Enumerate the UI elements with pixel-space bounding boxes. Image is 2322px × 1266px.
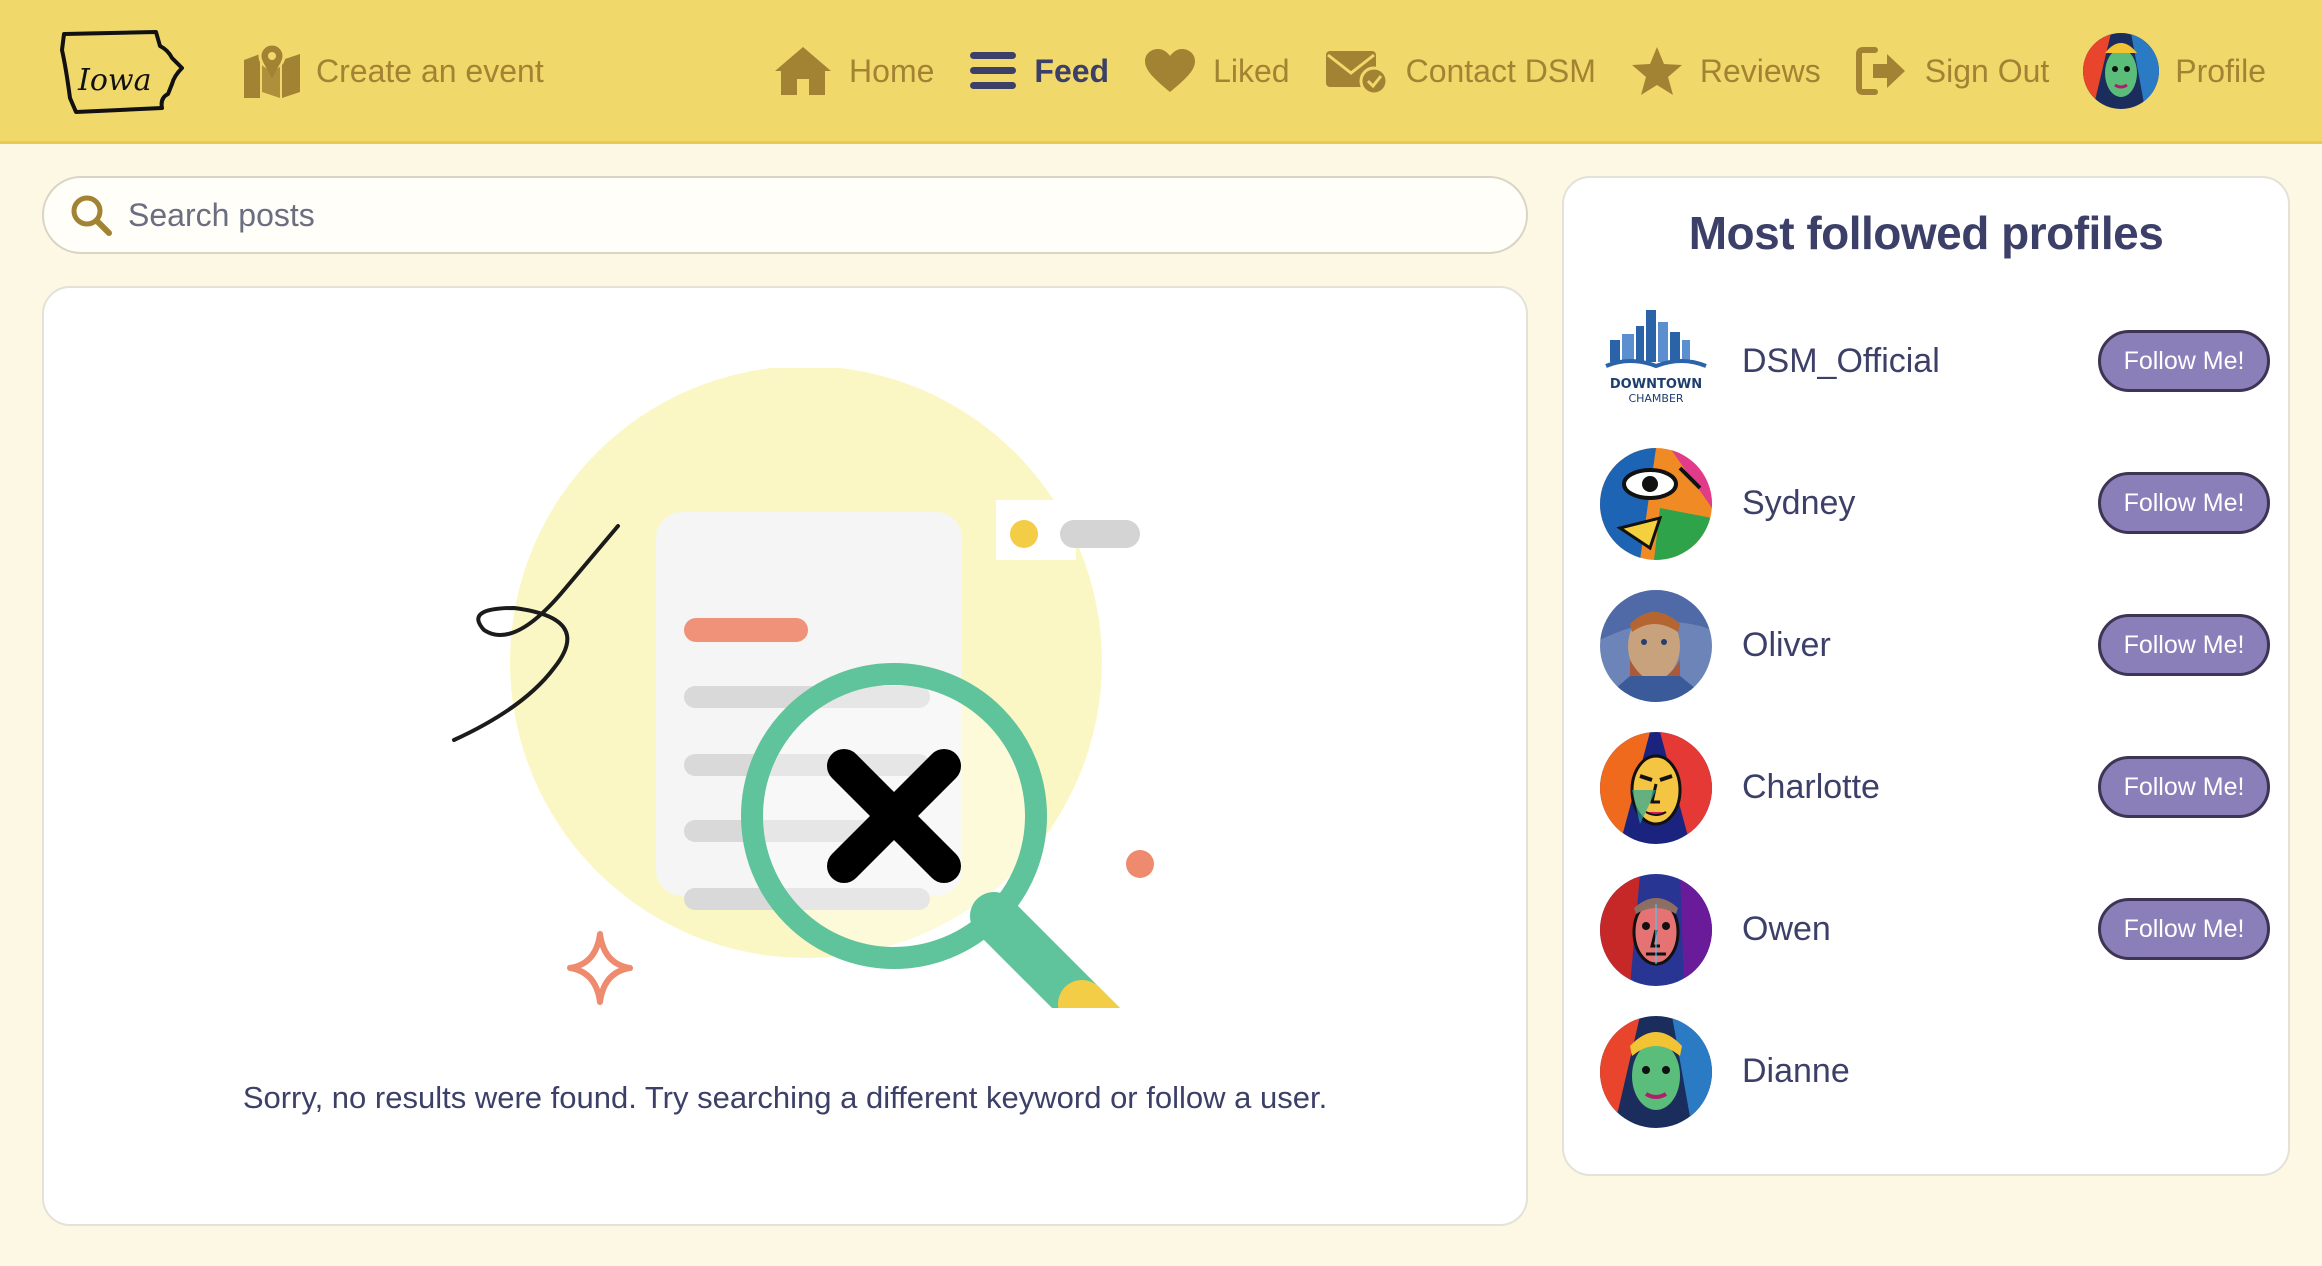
profile-name[interactable]: DSM_Official	[1742, 342, 1940, 381]
nav-feed-label: Feed	[1034, 52, 1110, 89]
home-icon	[775, 47, 832, 95]
create-event-link[interactable]: Create an event	[242, 42, 544, 100]
star-icon	[1631, 47, 1682, 95]
profile-row-owen[interactable]: Owen Follow Me!	[1600, 874, 2270, 986]
envelope-check-icon	[1325, 51, 1389, 95]
most-followed-panel: Most followed profiles DOWNTOWN CHAMBER …	[1562, 176, 2290, 1176]
empty-results-message: Sorry, no results were found. Try search…	[242, 1080, 1328, 1115]
profile-name[interactable]: Charlotte	[1742, 768, 1880, 807]
follow-button[interactable]: Follow Me!	[2098, 898, 2270, 960]
dsm-logo-line1: DOWNTOWN	[1610, 377, 1702, 392]
map-marker-icon	[244, 42, 300, 98]
iowa-logo[interactable]: Iowa	[56, 28, 190, 118]
avatar	[1600, 1016, 1712, 1128]
nav-sign-out[interactable]: Sign Out	[1855, 46, 2050, 96]
nav-liked[interactable]: Liked	[1143, 48, 1290, 94]
search-icon	[71, 195, 112, 236]
nav-contact[interactable]: Contact DSM	[1324, 47, 1596, 95]
nav-reviews[interactable]: Reviews	[1630, 45, 1821, 97]
follow-button[interactable]: Follow Me!	[2098, 330, 2270, 392]
nav-liked-label: Liked	[1213, 52, 1290, 89]
search-bar	[42, 176, 1528, 254]
profile-row-dianne[interactable]: Dianne	[1600, 1016, 2268, 1128]
profile-row-oliver[interactable]: Oliver Follow Me!	[1600, 590, 2270, 702]
avatar	[1600, 874, 1712, 986]
logo-text: Iowa	[77, 63, 151, 98]
profile-name[interactable]: Dianne	[1742, 1052, 1850, 1091]
follow-button[interactable]: Follow Me!	[2098, 756, 2270, 818]
nav-profile-label: Profile	[2175, 52, 2266, 89]
search-input[interactable]	[126, 195, 1430, 235]
profile-row-sydney[interactable]: Sydney Follow Me!	[1600, 448, 2270, 560]
avatar	[2083, 33, 2160, 109]
avatar: DOWNTOWN CHAMBER	[1600, 306, 1712, 418]
avatar	[1600, 590, 1712, 702]
bars-icon	[970, 52, 1017, 89]
profile-name[interactable]: Oliver	[1742, 626, 1831, 665]
nav-home[interactable]: Home	[773, 45, 934, 97]
nav-profile[interactable]: Profile	[2083, 33, 2266, 109]
sign-out-icon	[1855, 47, 1905, 95]
nav-reviews-label: Reviews	[1699, 52, 1821, 89]
feed-results-card: Sorry, no results were found. Try search…	[42, 286, 1528, 1226]
main-nav: Home Feed Liked Contact DSM Reviews Sign…	[773, 28, 2266, 114]
avatar	[1600, 448, 1712, 560]
dsm-logo-line2: CHAMBER	[1628, 392, 1683, 405]
profile-name[interactable]: Sydney	[1742, 484, 1855, 523]
profile-name[interactable]: Owen	[1742, 910, 1831, 949]
no-results-illustration	[452, 368, 1154, 1008]
heart-icon	[1145, 49, 1196, 92]
follow-button[interactable]: Follow Me!	[2098, 472, 2270, 534]
top-navigation-bar: Iowa Create an event Home Feed Liked Con…	[0, 0, 2322, 144]
follow-button[interactable]: Follow Me!	[2098, 614, 2270, 676]
profile-row-charlotte[interactable]: Charlotte Follow Me!	[1600, 732, 2270, 844]
nav-feed[interactable]: Feed	[968, 50, 1109, 92]
panel-title: Most followed profiles	[1688, 207, 2164, 259]
avatar	[1600, 732, 1712, 844]
nav-sign-out-label: Sign Out	[1924, 52, 2050, 89]
create-event-label: Create an event	[316, 52, 544, 89]
nav-contact-label: Contact DSM	[1405, 52, 1596, 89]
nav-home-label: Home	[849, 52, 935, 89]
profile-row-dsm-official[interactable]: DOWNTOWN CHAMBER DSM_Official Follow Me!	[1600, 306, 2270, 418]
